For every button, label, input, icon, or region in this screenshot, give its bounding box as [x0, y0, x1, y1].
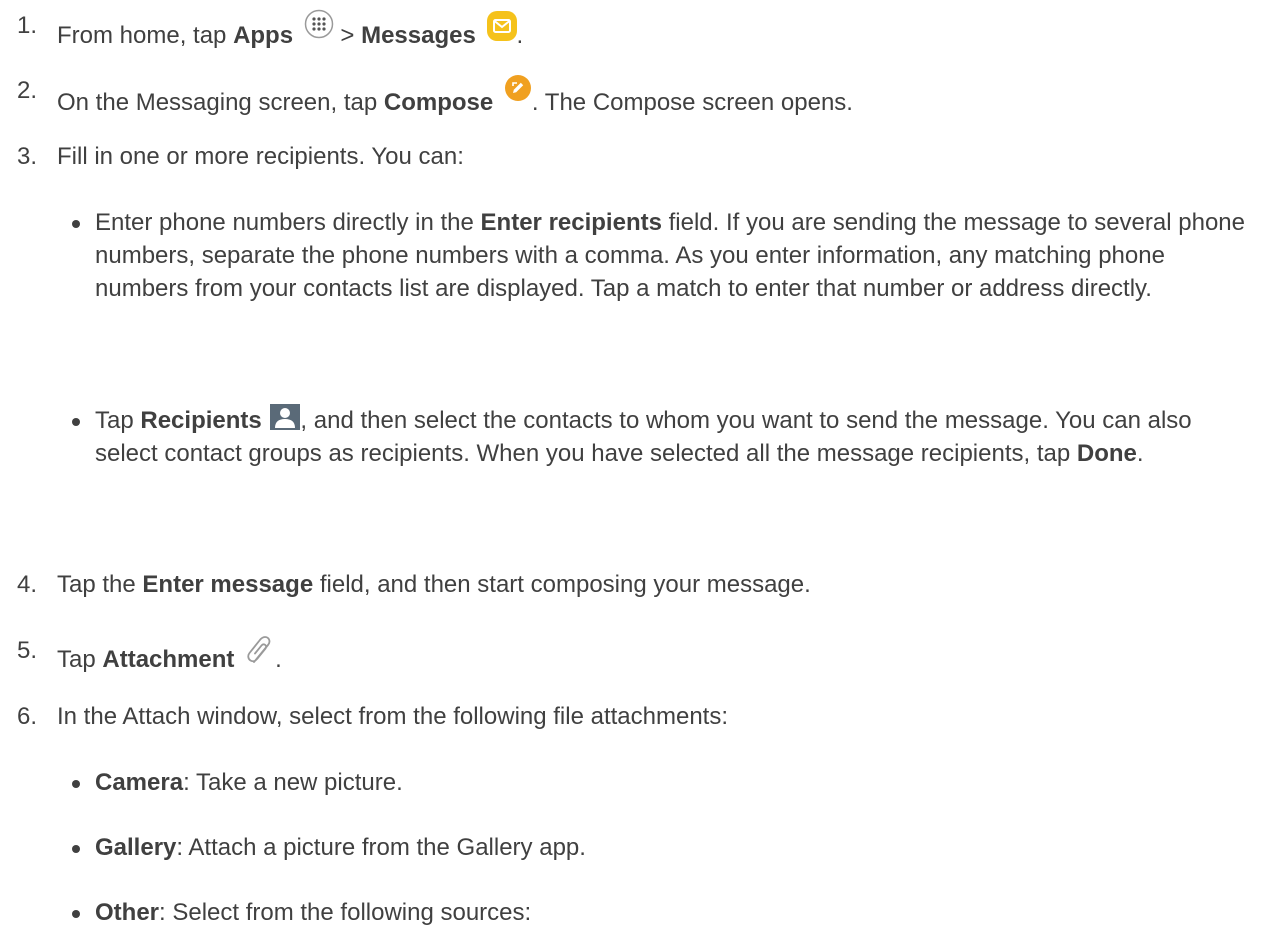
step-number: 1.	[17, 12, 38, 39]
recipients-label: Recipients	[140, 407, 262, 434]
instructions-page: 1. From home, tap Apps > Messages . 2. O…	[0, 0, 1265, 926]
apps-grid-icon	[304, 9, 333, 39]
bullet-dot	[72, 910, 80, 918]
bullet-text: Enter phone numbers directly in the Ente…	[95, 209, 1245, 302]
contact-person-icon	[270, 404, 301, 430]
attach-bullet-camera: Camera: Take a new picture.	[72, 766, 1247, 799]
bullet-text: Camera: Take a new picture.	[95, 769, 403, 796]
paperclip-icon	[247, 636, 271, 663]
enter-message-label: Enter message	[142, 571, 314, 598]
step-number: 5.	[17, 637, 38, 664]
bullet-dot	[72, 220, 80, 228]
attach-bullet-gallery: Gallery: Attach a picture from the Galle…	[72, 831, 1247, 864]
messages-envelope-icon	[486, 11, 517, 41]
step-number: 3.	[17, 143, 38, 170]
bullet-dot	[72, 845, 80, 853]
step-text: On the Messaging screen, tap Compose . T…	[57, 74, 853, 119]
other-label: Other	[95, 899, 160, 926]
gallery-label: Gallery	[95, 834, 177, 861]
bullet-text: Tap Recipients , and then select the con…	[95, 404, 1247, 470]
step-text: In the Attach window, select from the fo…	[57, 703, 729, 730]
step-text: Tap the Enter message field, and then st…	[57, 571, 811, 598]
step-number: 6.	[17, 703, 38, 730]
enter-recipients-label: Enter recipients	[480, 209, 662, 236]
step-text: From home, tap Apps > Messages .	[57, 9, 523, 52]
done-label: Done	[1076, 440, 1137, 467]
step-text: Fill in one or more recipients. You can:	[57, 143, 464, 170]
recipients-bullet-enter: Enter phone numbers directly in the Ente…	[72, 206, 1247, 305]
bullet-text: Gallery: Attach a picture from the Galle…	[95, 834, 586, 861]
step-number: 4.	[17, 571, 38, 598]
apps-label: Apps	[233, 22, 294, 49]
camera-label: Camera	[95, 769, 184, 796]
compose-label: Compose	[383, 89, 494, 116]
bullet-dot	[72, 418, 80, 426]
compose-pencil-icon	[504, 75, 531, 101]
attachment-label: Attachment	[102, 646, 235, 673]
step-number: 2.	[17, 77, 38, 104]
messages-label: Messages	[361, 22, 476, 49]
step-text: Tap Attachment .	[57, 634, 282, 676]
attach-bullet-other: Other: Select from the following sources…	[72, 896, 1247, 929]
recipients-bullet-tap: Tap Recipients , and then select the con…	[72, 404, 1247, 470]
bullet-text: Other: Select from the following sources…	[95, 899, 532, 926]
bullet-dot	[72, 780, 80, 788]
